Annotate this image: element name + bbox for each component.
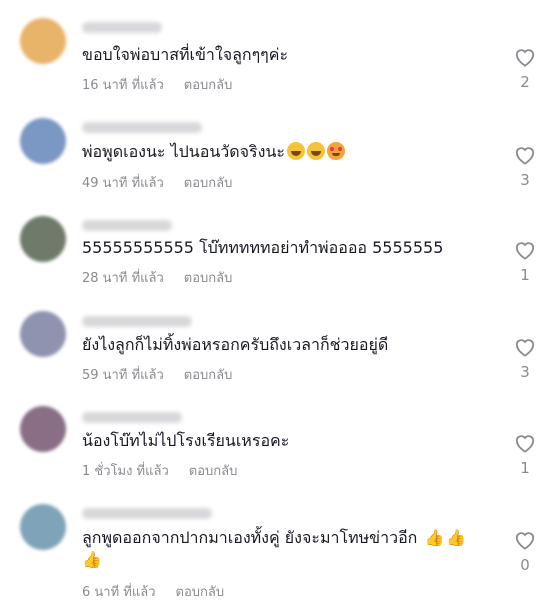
username-blurred[interactable]	[82, 122, 202, 133]
comment-text: ขอบใจพ่อบาสที่เข้าใจลูกๆๆค่ะ	[82, 45, 289, 64]
comment-text: ยังไงลูกก็ไม่ทิ้งพ่อหรอกครับถึงเวลาก็ช่ว…	[82, 335, 389, 354]
thumbs-up-emoji: 👍	[446, 528, 467, 547]
avatar[interactable]	[20, 406, 66, 452]
like-count: 3	[520, 363, 530, 381]
rofl-emoji	[306, 142, 325, 160]
like-button[interactable]: 1	[510, 240, 540, 284]
comment-meta: 28 นาที ที่แล้ว ตอบกลับ	[82, 267, 232, 288]
comment-meta: 16 นาที ที่แล้ว ตอบกลับ	[82, 74, 232, 95]
avatar[interactable]	[20, 504, 66, 550]
comment-meta: 49 นาที ที่แล้ว ตอบกลับ	[82, 172, 232, 193]
comment-meta: 6 นาที ที่แล้ว ตอบกลับ	[82, 581, 224, 602]
rofl-emoji	[286, 142, 305, 160]
heart-icon	[515, 532, 535, 550]
username-blurred[interactable]	[82, 22, 162, 33]
like-count: 1	[520, 266, 530, 284]
comment-time: 59 นาที ที่แล้ว	[82, 368, 164, 383]
heart-icon	[515, 147, 535, 165]
reply-button[interactable]: ตอบกลับ	[189, 460, 238, 481]
comment-text: 55555555555 โบ๊ทททททอย่าทำพ่ออออ 5555555	[82, 238, 444, 257]
comment-time: 28 นาที ที่แล้ว	[82, 271, 164, 286]
like-count: 3	[520, 171, 530, 189]
comment-time: 6 นาที ที่แล้ว	[82, 585, 156, 600]
like-button[interactable]: 3	[510, 145, 540, 189]
like-count: 1	[520, 459, 530, 477]
avatar[interactable]	[20, 216, 66, 262]
comment-text-content: พ่อพูดเองนะ ไปนอนวัดจริงนะ	[82, 142, 285, 161]
heart-icon	[515, 49, 535, 67]
thumbs-up-emoji: 👍	[424, 528, 445, 547]
smiling-face-with-hearts-emoji	[326, 142, 345, 160]
comment-text: ลูกพูดออกจากปากมาเองทั้งคู่ ยังจะมาโทษข่…	[82, 527, 484, 571]
thumbs-up-emoji: 👍	[82, 550, 102, 569]
avatar[interactable]	[20, 118, 66, 164]
reply-button[interactable]: ตอบกลับ	[184, 267, 233, 288]
reply-button[interactable]: ตอบกลับ	[184, 74, 233, 95]
comment-text: น้องโบ๊ทไม่ไปโรงเรียนเหรอคะ	[82, 431, 290, 450]
like-button[interactable]: 0	[510, 530, 540, 574]
like-count: 0	[520, 556, 530, 574]
reply-button[interactable]: ตอบกลับ	[184, 172, 233, 193]
username-blurred[interactable]	[82, 220, 172, 231]
comment-time: 1 ชั่วโมง ที่แล้ว	[82, 464, 169, 479]
comment-time: 49 นาที ที่แล้ว	[82, 176, 164, 191]
like-button[interactable]: 3	[510, 337, 540, 381]
heart-icon	[515, 242, 535, 260]
comment-time: 16 นาที ที่แล้ว	[82, 78, 164, 93]
like-button[interactable]: 2	[510, 47, 540, 91]
heart-icon	[515, 339, 535, 357]
username-blurred[interactable]	[82, 412, 182, 423]
reply-button[interactable]: ตอบกลับ	[176, 581, 225, 602]
avatar[interactable]	[20, 311, 66, 357]
reply-button[interactable]: ตอบกลับ	[184, 364, 233, 385]
heart-icon	[515, 435, 535, 453]
comment-meta: 59 นาที ที่แล้ว ตอบกลับ	[82, 364, 232, 385]
avatar[interactable]	[20, 18, 66, 64]
username-blurred[interactable]	[82, 316, 192, 327]
comment-text-content: ลูกพูดออกจากปากมาเองทั้งคู่ ยังจะมาโทษข่…	[82, 528, 418, 547]
comment-text: พ่อพูดเองนะ ไปนอนวัดจริงนะ	[82, 141, 484, 163]
comment-meta: 1 ชั่วโมง ที่แล้ว ตอบกลับ	[82, 460, 237, 481]
like-count: 2	[520, 73, 530, 91]
username-blurred[interactable]	[82, 508, 212, 519]
like-button[interactable]: 1	[510, 433, 540, 477]
